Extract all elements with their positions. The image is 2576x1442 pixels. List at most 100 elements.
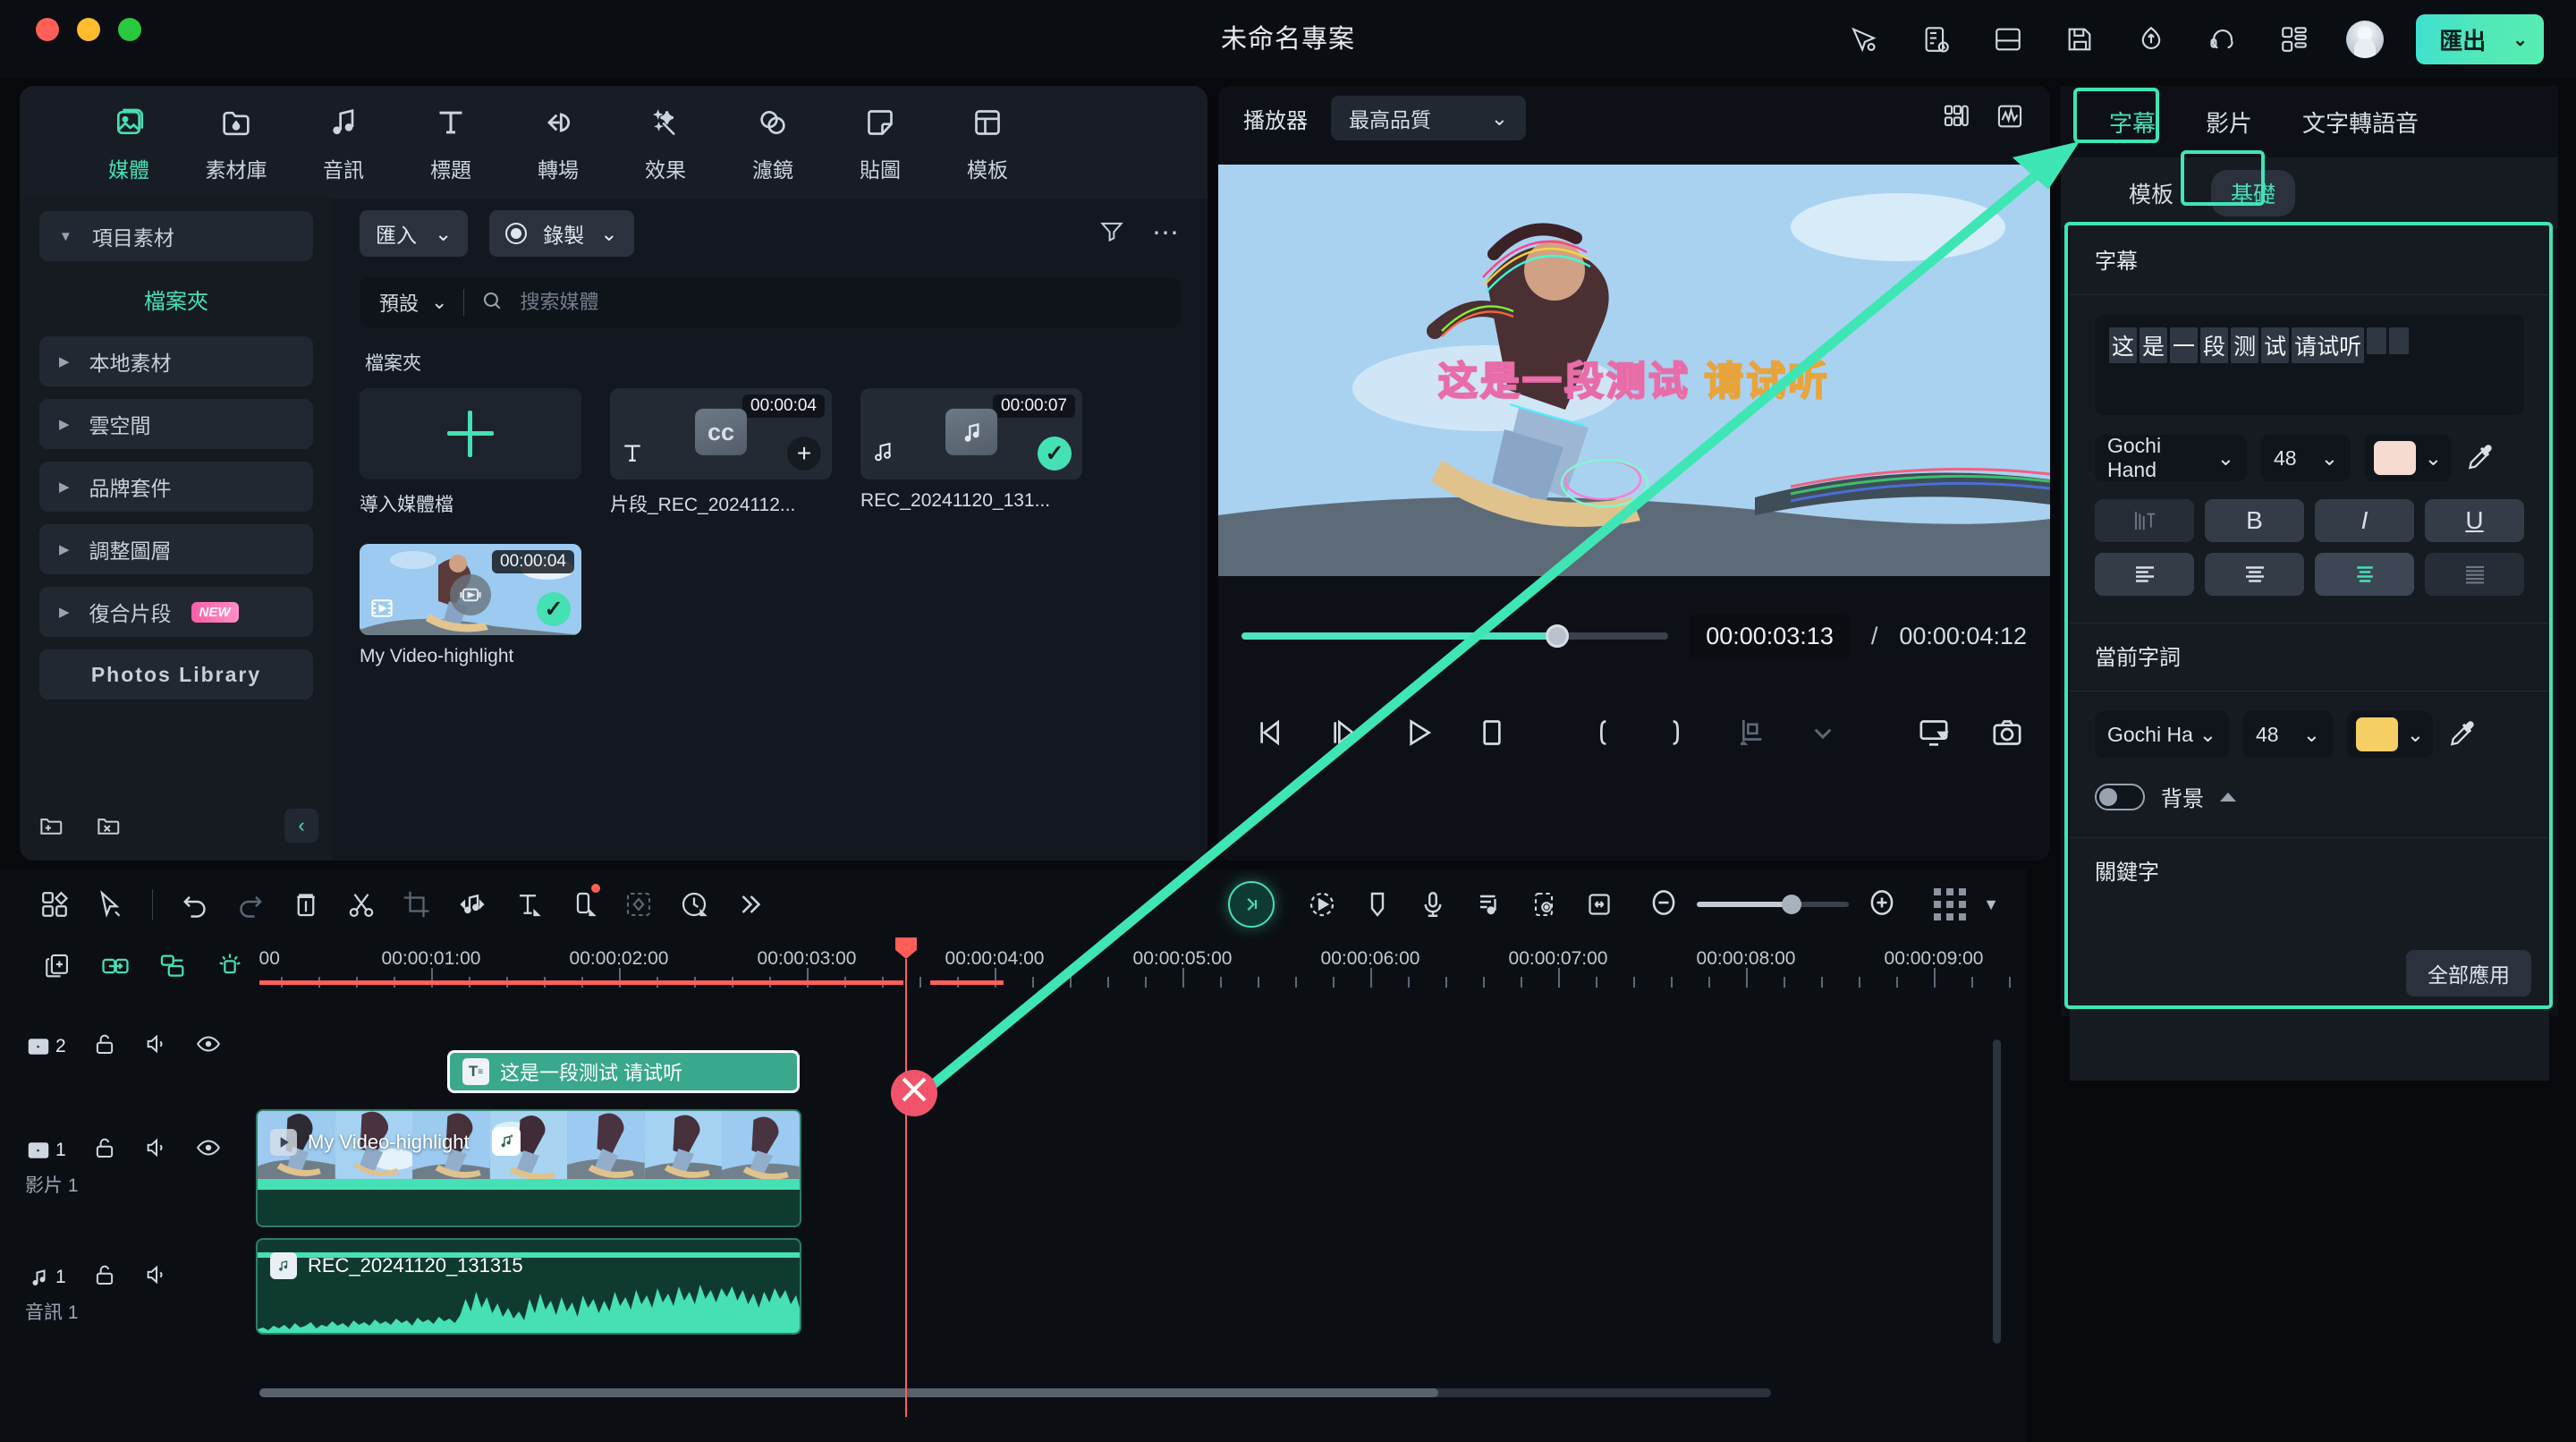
redo-icon[interactable] <box>223 877 278 932</box>
mute-icon[interactable] <box>143 1261 170 1293</box>
layout-icon[interactable] <box>1988 20 2028 59</box>
playhead[interactable] <box>895 937 917 1417</box>
word-chip[interactable]: 这 <box>2109 327 2138 363</box>
mark-in-icon[interactable] <box>1585 715 1621 755</box>
export-button[interactable]: 匯出 ⌄ <box>2416 14 2544 64</box>
sidebar-item-local-assets[interactable]: ▶ 本地素材 <box>39 336 313 386</box>
import-media-tile[interactable] <box>360 388 581 479</box>
quality-selector[interactable]: 最高品質 ⌄ <box>1331 96 1526 140</box>
align-center-active-icon[interactable] <box>2315 553 2414 596</box>
eyedropper-icon[interactable] <box>2465 441 2496 476</box>
sidebar-item-project-assets[interactable]: ▼ 項目素材 <box>39 211 313 261</box>
word-chip-empty[interactable] <box>2389 327 2410 354</box>
text-spacing-icon[interactable] <box>2095 499 2194 542</box>
background-toggle[interactable] <box>2095 783 2145 810</box>
undo-icon[interactable] <box>167 877 223 932</box>
bold-button[interactable]: B <box>2205 499 2304 542</box>
layout-icon[interactable] <box>27 877 82 932</box>
seek-slider[interactable] <box>1241 624 1669 648</box>
speed-icon[interactable] <box>666 877 722 932</box>
send-icon[interactable] <box>1845 20 1885 59</box>
preview-scrub-icon[interactable] <box>450 574 491 616</box>
word-font-family-select[interactable]: Gochi Ha ⌄ <box>2095 711 2229 758</box>
word-chip[interactable]: 请试听 <box>2292 327 2365 363</box>
more-options-icon[interactable]: ⋯ <box>1152 220 1181 247</box>
headset-icon[interactable] <box>2203 20 2242 59</box>
marker-icon[interactable] <box>1350 877 1405 932</box>
search-input[interactable] <box>520 291 1161 314</box>
collapse-panel-button[interactable]: ‹ <box>284 809 318 843</box>
mute-icon[interactable] <box>143 1031 170 1062</box>
eye-icon[interactable] <box>195 1031 222 1062</box>
tab-template[interactable]: 模板 <box>934 86 1041 199</box>
lock-icon[interactable] <box>91 1261 118 1293</box>
lock-icon[interactable] <box>91 1031 118 1062</box>
subtitle-text-input[interactable]: 这 是 一 段 测 试 请试听 <box>2095 315 2524 415</box>
crop-icon[interactable] <box>1732 715 1767 755</box>
scrollbar-thumb[interactable] <box>259 1388 1439 1397</box>
filter-icon[interactable] <box>1098 217 1131 250</box>
align-justify-icon[interactable] <box>2425 553 2524 596</box>
word-chip[interactable]: 段 <box>2200 327 2229 363</box>
preset-selector[interactable]: 預設 ⌄ <box>379 288 447 317</box>
timeline-clip-video[interactable]: My Video-highlight <box>256 1109 801 1227</box>
vertical-scrollbar[interactable] <box>1993 1039 2001 1344</box>
avatar[interactable] <box>2346 21 2385 58</box>
tab-effects[interactable]: 效果 <box>612 86 719 199</box>
import-button[interactable]: 匯入 ⌄ <box>360 210 469 257</box>
audio-attached-icon[interactable] <box>492 1127 521 1156</box>
subtab-template[interactable]: 模板 <box>2109 170 2193 216</box>
media-tile-caption[interactable]: 00:00:04 cc + <box>610 388 832 479</box>
horizontal-scrollbar[interactable] <box>259 1388 1771 1397</box>
sidebar-item-adjustment-layer[interactable]: ▶ 調整圖層 <box>39 524 313 574</box>
font-family-select[interactable]: Gochi Hand ⌄ <box>2095 434 2247 481</box>
snapshot-icon[interactable] <box>1989 715 2025 755</box>
track-options-icon[interactable] <box>1922 877 1978 932</box>
tab-video[interactable]: 影片 <box>2181 93 2277 150</box>
list-item[interactable]: 00:00:04 ✓ My Video-highlight <box>360 544 581 667</box>
delete-folder-icon[interactable] <box>95 812 122 844</box>
italic-button[interactable]: I <box>2315 499 2414 542</box>
timeline-ruler[interactable]: 00:00:00 00:00:01:00 00:00:02:00 00:00:03:0… <box>259 939 2026 997</box>
save-icon[interactable] <box>2060 20 2099 59</box>
prev-frame-icon[interactable] <box>1254 715 1290 755</box>
apps-grid-icon[interactable] <box>2275 20 2314 59</box>
sidebar-item-compound-clip[interactable]: ▶ 復合片段 NEW <box>39 587 313 637</box>
media-tile-audio[interactable]: 00:00:07 ✓ <box>860 388 1082 479</box>
list-item[interactable]: 00:00:07 ✓ REC_20241120_131... <box>860 388 1082 517</box>
add-to-timeline-button[interactable]: + <box>787 437 821 471</box>
word-chip[interactable]: 是 <box>2140 327 2168 363</box>
chevron-up-icon[interactable] <box>2220 792 2236 802</box>
audio-detach-icon[interactable] <box>445 877 500 932</box>
tab-subtitle[interactable]: 字幕 <box>2084 93 2181 150</box>
zoom-slider[interactable] <box>1697 895 1850 914</box>
tab-sticker[interactable]: 貼圖 <box>826 86 934 199</box>
align-left-icon[interactable] <box>2095 553 2194 596</box>
keyframe-icon[interactable] <box>611 877 666 932</box>
zoom-handle[interactable] <box>1781 895 1801 914</box>
zoom-in-icon[interactable] <box>1865 886 1899 924</box>
word-chip-empty[interactable] <box>2367 327 2387 354</box>
word-chip[interactable]: 试 <box>2261 327 2290 363</box>
tab-media[interactable]: 媒體 <box>75 86 182 199</box>
seek-handle[interactable] <box>1546 624 1570 648</box>
next-frame-icon[interactable] <box>1327 715 1363 755</box>
subtab-basic[interactable]: 基礎 <box>2211 170 2296 216</box>
list-item[interactable]: 00:00:04 cc + 片段_REC_2024112... <box>610 388 832 517</box>
underline-button[interactable]: U <box>2425 499 2524 542</box>
auto-beat-icon[interactable] <box>1294 877 1350 932</box>
select-tool-icon[interactable] <box>82 877 138 932</box>
new-folder-icon[interactable] <box>38 812 64 844</box>
duplicate-track-icon[interactable] <box>43 951 73 986</box>
crop-icon[interactable] <box>389 877 445 932</box>
apply-all-button[interactable]: 全部應用 <box>2406 950 2531 997</box>
sidebar-item-folder[interactable]: 檔案夾 <box>39 274 313 324</box>
delete-icon[interactable] <box>278 877 334 932</box>
eye-icon[interactable] <box>195 1134 222 1166</box>
word-chip[interactable]: 一 <box>2170 327 2199 363</box>
fit-icon[interactable] <box>1572 877 1627 932</box>
waveform-scope-icon[interactable] <box>1995 101 2025 136</box>
audio-mix-icon[interactable] <box>1461 877 1516 932</box>
display-icon[interactable] <box>1916 715 1952 755</box>
lock-icon[interactable] <box>91 1134 118 1166</box>
